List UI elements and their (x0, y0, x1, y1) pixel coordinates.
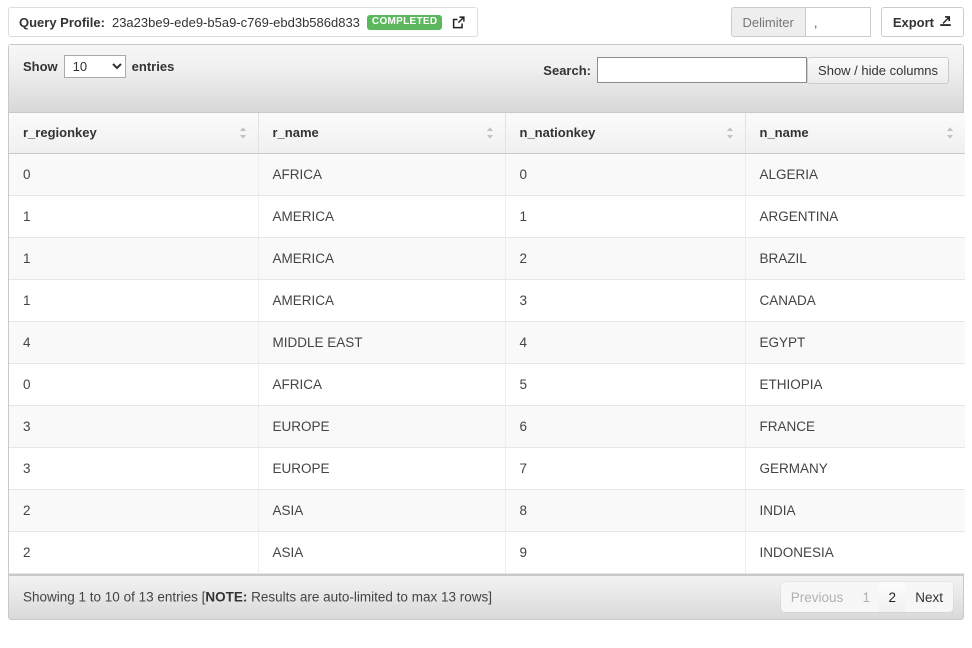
cell-n_nationkey: 7 (505, 447, 746, 490)
cell-r_name: AMERICA (258, 237, 506, 280)
cell-r_name: AMERICA (258, 279, 506, 322)
datatable-container: Show 102550100 entries Search: Show / hi… (8, 44, 965, 575)
pagination-previous: Previous (781, 582, 854, 612)
cell-r_name: AFRICA (258, 363, 506, 406)
table-row[interactable]: 0 AFRICA 0 ALGERIA (9, 153, 965, 196)
cell-n_name: BRAZIL (745, 237, 965, 280)
cell-r_name: ASIA (258, 489, 506, 532)
cell-r_name: MIDDLE EAST (258, 321, 506, 364)
cell-n_name: CANADA (745, 279, 965, 322)
delimiter-input-group: Delimiter (730, 7, 871, 37)
top-bar: Query Profile: 23a23be9-ede9-b5a9-c769-e… (0, 0, 972, 44)
export-button-label: Export (892, 14, 934, 30)
cell-r_regionkey: 1 (9, 279, 259, 322)
column-header-r_regionkey[interactable]: r_regionkey (9, 113, 259, 154)
cell-r_name: EUROPE (258, 405, 506, 448)
search-input[interactable] (597, 57, 807, 83)
table-row[interactable]: 0 AFRICA 5 ETHIOPIA (9, 363, 965, 406)
cell-r_name: AMERICA (258, 195, 506, 238)
pagination: Previous 1 2 Next (780, 582, 953, 612)
export-controls: Delimiter Export (730, 7, 964, 37)
cell-n_name: ARGENTINA (745, 195, 965, 238)
table-row[interactable]: 2 ASIA 8 INDIA (9, 489, 965, 532)
cell-n_nationkey: 8 (505, 489, 746, 532)
pagination-page-1[interactable]: 1 (853, 582, 879, 612)
table-row[interactable]: 1 AMERICA 2 BRAZIL (9, 237, 965, 280)
table-header-row: r_regionkey r_name n_nationkey n_name (9, 113, 965, 154)
datatable-footer: Showing 1 to 10 of 13 entries [NOTE: Res… (8, 574, 964, 620)
query-profile-label: Query Profile: (19, 14, 105, 30)
delimiter-input[interactable] (804, 7, 871, 37)
cell-n_nationkey: 4 (505, 321, 746, 364)
table-row[interactable]: 4 MIDDLE EAST 4 EGYPT (9, 321, 965, 364)
cell-r_regionkey: 0 (9, 153, 259, 196)
cell-n_nationkey: 1 (505, 195, 746, 238)
cell-r_regionkey: 1 (9, 195, 259, 238)
column-header-label: n_name (759, 125, 809, 141)
page-length-prefix-label: Show (23, 59, 58, 74)
cell-n_name: EGYPT (745, 321, 965, 364)
cell-n_name: INDIA (745, 489, 965, 532)
table-row[interactable]: 2 ASIA 9 INDONESIA (9, 531, 965, 574)
page-length-control: Show 102550100 entries (23, 55, 174, 78)
table-body: 0 AFRICA 0 ALGERIA 1 AMERICA 1 ARGENTINA 1 AMERIC… (9, 153, 965, 574)
results-table: r_regionkey r_name n_nationkey n_name 0A… (9, 113, 965, 574)
search-label: Search: (543, 62, 591, 78)
cell-n_nationkey: 5 (505, 363, 746, 406)
column-header-label: n_nationkey (519, 125, 596, 141)
cell-n_nationkey: 0 (505, 153, 746, 196)
column-header-r_name[interactable]: r_name (258, 113, 506, 154)
table-row[interactable]: 1 AMERICA 3 CANADA (9, 279, 965, 322)
query-id-text: 23a23be9-ede9-b5a9-c769-ebd3b586d833 (111, 14, 360, 30)
cell-r_name: AFRICA (258, 153, 506, 196)
cell-n_nationkey: 9 (505, 531, 746, 574)
table-head: r_regionkey r_name n_nationkey n_name (9, 113, 965, 154)
column-header-n_nationkey[interactable]: n_nationkey (505, 113, 746, 154)
status-badge: COMPLETED (366, 14, 443, 30)
page-length-suffix-label: entries (131, 59, 175, 74)
cell-n_nationkey: 3 (505, 279, 746, 322)
cell-n_name: GERMANY (745, 447, 965, 490)
cell-r_regionkey: 2 (9, 531, 259, 574)
query-profile-panel: Query Profile: 23a23be9-ede9-b5a9-c769-e… (8, 7, 479, 37)
table-row[interactable]: 3 EUROPE 7 GERMANY (9, 447, 965, 490)
external-link-icon[interactable] (449, 13, 467, 31)
info-note-text: Results are auto-limited to max 13 rows] (247, 589, 492, 605)
search-control: Search: (543, 57, 807, 83)
cell-r_name: EUROPE (258, 447, 506, 490)
cell-n_nationkey: 6 (505, 405, 746, 448)
cell-r_regionkey: 1 (9, 237, 259, 280)
cell-r_name: ASIA (258, 531, 506, 574)
info-note-label: NOTE: (205, 589, 248, 605)
cell-r_regionkey: 3 (9, 447, 259, 490)
table-info-text: Showing 1 to 10 of 13 entries [NOTE: Res… (23, 590, 492, 605)
table-row[interactable]: 1 AMERICA 1 ARGENTINA (9, 195, 965, 238)
export-button[interactable]: Export (880, 7, 964, 37)
delimiter-label: Delimiter (730, 7, 805, 37)
column-header-n_name[interactable]: n_name (745, 113, 965, 154)
info-prefix: Showing 1 to 10 of 13 entries [ (23, 589, 206, 605)
pagination-page-2[interactable]: 2 (879, 582, 906, 612)
upload-export-icon (939, 14, 952, 30)
datatable-toolbar: Show 102550100 entries Search: Show / hi… (9, 45, 963, 113)
table-row[interactable]: 3 EUROPE 6 FRANCE (9, 405, 965, 448)
cell-r_regionkey: 3 (9, 405, 259, 448)
page-length-select[interactable]: 102550100 (63, 55, 126, 78)
cell-n_name: INDONESIA (745, 531, 965, 574)
pagination-next[interactable]: Next (905, 582, 953, 612)
cell-n_name: ALGERIA (745, 153, 965, 196)
cell-n_nationkey: 2 (505, 237, 746, 280)
cell-n_name: FRANCE (745, 405, 965, 448)
cell-n_name: ETHIOPIA (745, 363, 965, 406)
show-hide-columns-button[interactable]: Show / hide columns (807, 57, 949, 84)
column-header-label: r_name (272, 125, 319, 141)
cell-r_regionkey: 0 (9, 363, 259, 406)
column-header-label: r_regionkey (23, 125, 97, 141)
cell-r_regionkey: 4 (9, 321, 259, 364)
cell-r_regionkey: 2 (9, 489, 259, 532)
